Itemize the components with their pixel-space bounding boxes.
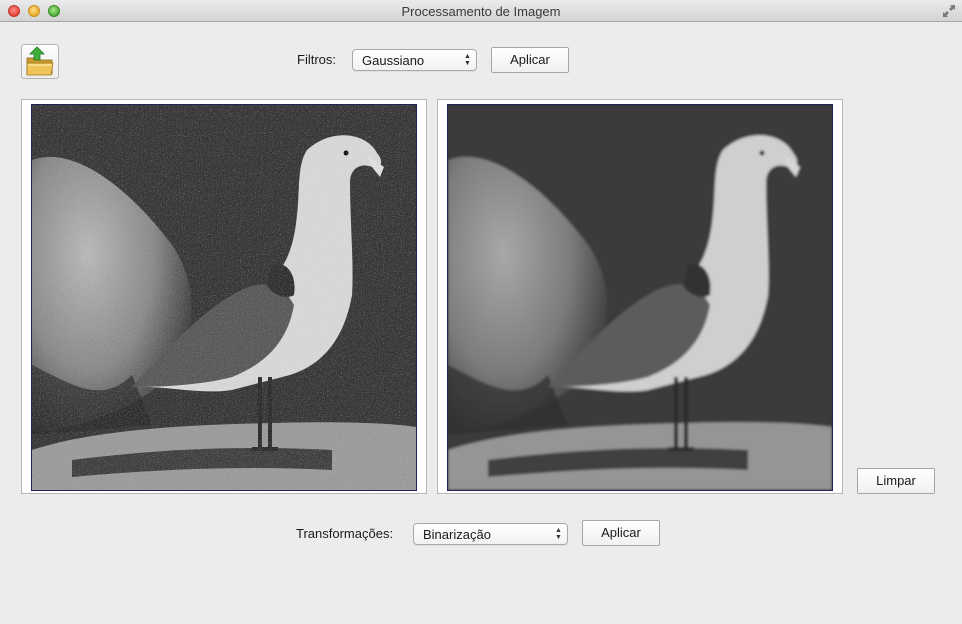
filter-select-value: Gaussiano [362, 53, 425, 68]
fullscreen-icon[interactable] [942, 4, 956, 18]
clear-button[interactable]: Limpar [857, 468, 935, 494]
processed-image [447, 104, 833, 491]
filter-select[interactable]: Gaussiano ▲ ▼ [352, 49, 477, 71]
apply-filter-button[interactable]: Aplicar [491, 47, 569, 73]
transforms-label: Transformações: [296, 526, 394, 541]
open-image-button[interactable] [21, 44, 59, 79]
transform-select[interactable]: Binarização ▲ ▼ [413, 523, 568, 545]
original-image [31, 104, 417, 491]
processed-image-panel [437, 99, 843, 494]
filters-label: Filtros: [297, 52, 336, 67]
open-folder-icon [26, 46, 54, 76]
window-title: Processamento de Imagem [401, 4, 561, 19]
select-arrows-icon: ▲ ▼ [555, 527, 562, 541]
apply-transform-button[interactable]: Aplicar [582, 520, 660, 546]
transform-select-value: Binarização [423, 527, 491, 542]
select-arrows-icon: ▲ ▼ [464, 53, 471, 67]
seagull-filtered-image [448, 105, 832, 490]
original-image-panel [21, 99, 427, 494]
seagull-noisy-image [32, 105, 416, 490]
title-bar: Processamento de Imagem [0, 0, 962, 22]
